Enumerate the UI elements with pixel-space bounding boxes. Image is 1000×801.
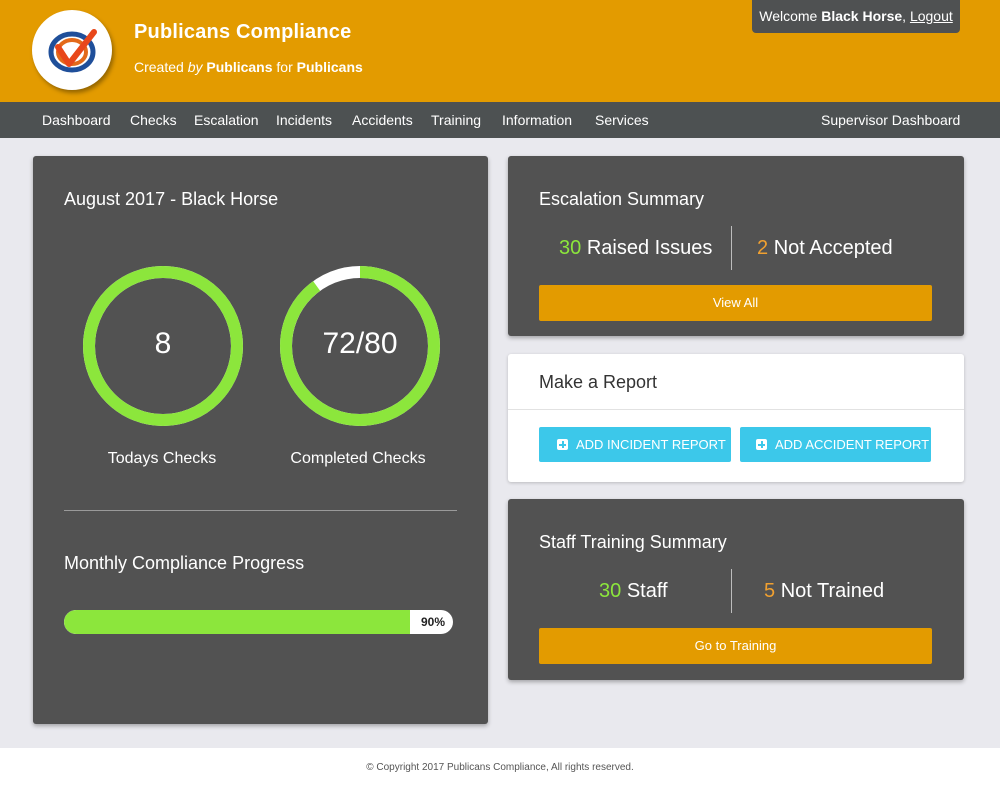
view-all-button[interactable]: View All [539, 285, 932, 321]
plus-square-icon [557, 439, 568, 450]
raised-issues-label: Raised Issues [586, 237, 713, 259]
nav-information[interactable]: Information [502, 102, 572, 138]
not-accepted-stat: 2 Not Accepted [757, 237, 893, 260]
compliance-progress-bar: 90% [64, 610, 453, 634]
escalation-separator [731, 226, 732, 270]
make-report-panel: Make a Report ADD INCIDENT REPORT ADD AC… [508, 354, 964, 482]
logout-link[interactable]: Logout [910, 8, 953, 24]
summary-title: August 2017 - Black Horse [64, 189, 279, 209]
monthly-summary-panel: August 2017 - Black Horse 8 Todays Check… [33, 156, 488, 724]
nav-supervisor-dashboard[interactable]: Supervisor Dashboard [821, 102, 960, 138]
not-trained-count: 5 [764, 580, 776, 602]
brand-subtitle: Created by Publicans for Publicans [134, 59, 363, 75]
training-title: Staff Training Summary [539, 532, 727, 552]
compliance-progress-title: Monthly Compliance Progress [64, 553, 305, 573]
staff-training-panel: Staff Training Summary 30 Staff 5 Not Tr… [508, 499, 964, 680]
copyright-text: © Copyright 2017 Publicans Compliance, A… [366, 762, 634, 773]
welcome-box: Welcome Black Horse, Logout [752, 0, 960, 33]
add-accident-report-label: ADD ACCIDENT REPORT [775, 437, 930, 452]
nav-services[interactable]: Services [595, 102, 649, 138]
compliance-progress-fill [64, 610, 411, 634]
raised-issues-stat: 30 Raised Issues [559, 237, 712, 260]
todays-checks-value: 8 [154, 327, 172, 360]
main-nav: Dashboard Checks Escalation Incidents Ac… [0, 102, 1000, 138]
escalation-title: Escalation Summary [539, 189, 705, 209]
report-separator [508, 409, 964, 410]
nav-incidents[interactable]: Incidents [276, 102, 332, 138]
nav-training[interactable]: Training [431, 102, 481, 138]
not-accepted-label: Not Accepted [773, 237, 893, 259]
completed-checks-label: Completed Checks [290, 450, 426, 467]
check-logo-icon[interactable] [32, 10, 112, 90]
staff-stat: 30 Staff [599, 580, 668, 603]
staff-label: Staff [626, 580, 668, 602]
nav-escalation[interactable]: Escalation [194, 102, 259, 138]
site-footer: © Copyright 2017 Publicans Compliance, A… [0, 748, 1000, 801]
add-accident-report-button[interactable]: ADD ACCIDENT REPORT [740, 427, 931, 462]
add-incident-report-label: ADD INCIDENT REPORT [576, 437, 726, 452]
not-trained-stat: 5 Not Trained [764, 580, 884, 603]
nav-checks[interactable]: Checks [130, 102, 177, 138]
welcome-user: Black Horse [821, 8, 903, 24]
site-header: Publicans Compliance Created by Publican… [0, 0, 1000, 102]
report-title: Make a Report [539, 372, 658, 392]
compliance-progress-text: 90% [420, 615, 445, 629]
not-accepted-count: 2 [757, 237, 769, 259]
raised-issues-count: 30 [559, 237, 582, 259]
go-to-training-button[interactable]: Go to Training [539, 628, 932, 664]
not-trained-label: Not Trained [780, 580, 885, 602]
welcome-prefix: Welcome [759, 8, 818, 24]
brand-title: Publicans Compliance [134, 21, 352, 43]
training-separator [731, 569, 732, 613]
completed-checks-value: 72/80 [322, 327, 398, 360]
escalation-summary-panel: Escalation Summary 30 Raised Issues 2 No… [508, 156, 964, 336]
nav-accidents[interactable]: Accidents [352, 102, 413, 138]
todays-checks-label: Todays Checks [107, 450, 217, 467]
staff-count: 30 [599, 580, 622, 602]
add-incident-report-button[interactable]: ADD INCIDENT REPORT [539, 427, 731, 462]
plus-square-icon [756, 439, 767, 450]
summary-divider [64, 510, 457, 511]
nav-dashboard[interactable]: Dashboard [42, 102, 111, 138]
